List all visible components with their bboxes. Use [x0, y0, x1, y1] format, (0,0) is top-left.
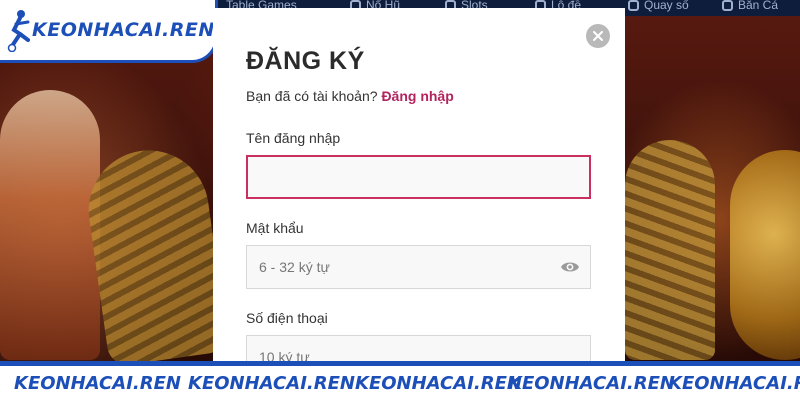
- nav-item-quay-so[interactable]: Quay số: [628, 0, 689, 13]
- close-button[interactable]: [586, 24, 610, 48]
- banner-text: KEONHACAI.REN: [188, 373, 355, 394]
- spin-icon: [628, 0, 639, 11]
- banner-text: KEONHACAI.REN: [668, 373, 800, 394]
- site-logo[interactable]: KEONHACAI.REN: [0, 0, 218, 63]
- fish-icon: [722, 0, 733, 11]
- login-link[interactable]: Đăng nhập: [381, 88, 453, 104]
- background-coin: [730, 150, 800, 360]
- password-field[interactable]: 6 - 32 ký tự: [246, 245, 591, 289]
- background-dragon-left: [80, 142, 230, 368]
- close-icon: [593, 31, 603, 41]
- background-character: [0, 90, 100, 360]
- logo-text: KEONHACAI.REN: [32, 19, 215, 41]
- banner-text: KEONHACAI.REN: [355, 373, 522, 394]
- username-label: Tên đăng nhập: [246, 130, 341, 146]
- password-label: Mật khẩu: [246, 220, 304, 236]
- login-prompt-text: Bạn đã có tài khoản?: [246, 88, 378, 104]
- nav-item-label: Bắn Cá: [738, 0, 779, 12]
- nav-item-label: Quay số: [644, 0, 689, 12]
- banner-text: KEONHACAI.REN: [14, 373, 181, 394]
- phone-label: Số điện thoại: [246, 310, 328, 326]
- modal-title: ĐĂNG KÝ: [246, 47, 365, 75]
- eye-icon[interactable]: [560, 259, 580, 275]
- nav-item-ban-ca[interactable]: Bắn Cá: [722, 0, 778, 13]
- watermark-banner: KEONHACAI.REN KEONHACAI.REN KEONHACAI.RE…: [0, 361, 800, 400]
- soccer-player-icon: [7, 10, 30, 52]
- banner-text: KEONHACAI.REN: [508, 373, 675, 394]
- background-dragon-right: [625, 140, 715, 360]
- username-field[interactable]: [246, 155, 591, 199]
- password-placeholder: 6 - 32 ký tự: [259, 259, 330, 275]
- register-modal: ĐĂNG KÝ Bạn đã có tài khoản? Đăng nhập T…: [213, 8, 625, 368]
- login-prompt: Bạn đã có tài khoản? Đăng nhập: [246, 88, 454, 104]
